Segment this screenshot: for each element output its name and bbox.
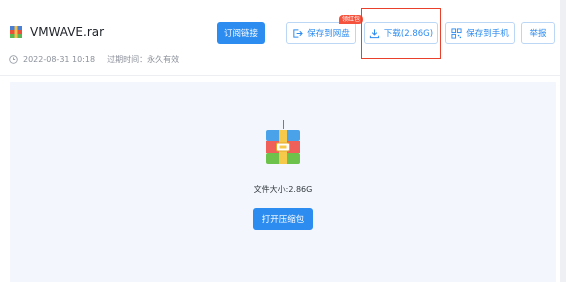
scrollbar-track[interactable] [560, 0, 566, 282]
download-icon [369, 28, 380, 38]
download-button[interactable]: 下载(2.86G) [364, 22, 438, 44]
share-page: VMWAVE.rar 2022-08-31 10:18 过期时间： 永久有效 订… [0, 0, 566, 282]
expiry-label: 过期时间： [107, 54, 148, 64]
red-packet-badge: 领红包 [339, 15, 364, 24]
file-card: VMWAVE.rar 2022-08-31 10:18 过期时间： 永久有效 订… [0, 0, 566, 282]
save-to-disk-label: 保存到网盘 [307, 29, 350, 39]
archive-icon [266, 130, 300, 164]
preview-area [10, 82, 556, 282]
download-label: 下载(2.86G) [383, 29, 434, 39]
save-to-disk-icon [293, 28, 304, 38]
qr-code-icon [451, 27, 462, 39]
file-meta: 2022-08-31 10:18 过期时间： 永久有效 [9, 53, 179, 65]
clock-icon [9, 54, 18, 64]
file-name: VMWAVE.rar [30, 25, 105, 39]
rar-file-icon [10, 26, 22, 38]
header-divider [0, 75, 560, 76]
upload-date: 2022-08-31 10:18 [23, 54, 96, 64]
open-archive-label: 打开压缩包 [261, 215, 305, 225]
subscribe-button[interactable]: 订阅链接 [217, 22, 265, 44]
open-archive-button[interactable]: 打开压缩包 [253, 208, 313, 230]
save-to-disk-button[interactable]: 保存到网盘 [286, 22, 356, 44]
file-size: 文件大小:2.86G [253, 185, 313, 194]
save-to-phone-button[interactable]: 保存到手机 [445, 22, 515, 44]
subscribe-label: 订阅链接 [223, 29, 258, 39]
report-label: 举报 [529, 29, 547, 39]
expiry-value: 永久有效 [147, 54, 180, 64]
archive-stem [283, 120, 284, 129]
save-to-phone-label: 保存到手机 [466, 29, 509, 39]
report-button[interactable]: 举报 [521, 22, 555, 44]
